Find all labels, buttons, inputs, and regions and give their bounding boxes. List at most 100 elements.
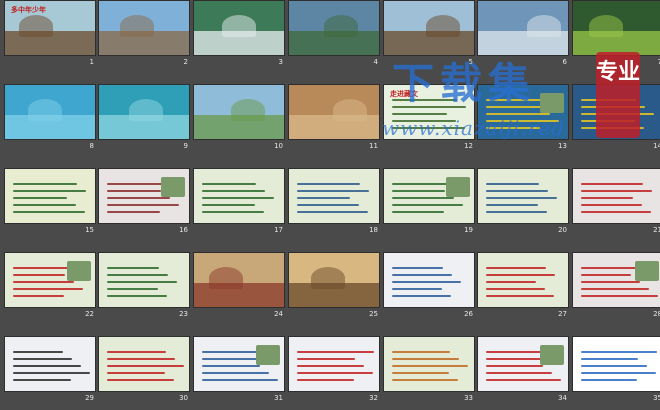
slide-preview [572, 84, 660, 140]
slide-thumbnail[interactable]: 10 [193, 84, 285, 152]
text-line [392, 274, 452, 276]
slide-thumbnail[interactable]: 14 [572, 84, 660, 152]
text-line [581, 120, 635, 122]
text-line [202, 190, 265, 192]
slide-thumbnail[interactable]: 4 [288, 0, 380, 68]
text-line [581, 211, 651, 213]
text-line [581, 106, 645, 108]
slide-preview [98, 0, 190, 56]
slide-thumbnail[interactable]: 26 [383, 252, 475, 320]
photo-detail [231, 99, 265, 121]
photo-detail [222, 15, 256, 37]
text-line [581, 358, 638, 360]
text-line [297, 372, 373, 374]
slide-preview [572, 168, 660, 224]
text-line [107, 288, 158, 290]
slide-preview [4, 252, 96, 308]
slide-thumbnail[interactable]: 33 [383, 336, 475, 404]
slide-thumbnail[interactable]: 21 [572, 168, 660, 236]
inset-picture [635, 261, 659, 281]
text-line [581, 204, 642, 206]
text-line [13, 183, 77, 185]
slide-preview [193, 252, 285, 308]
slide-thumbnail[interactable]: 25 [288, 252, 380, 320]
text-line [297, 211, 368, 213]
text-line [392, 267, 443, 269]
text-line [392, 351, 450, 353]
slide-thumbnail[interactable]: 走进藏文 12 [383, 84, 475, 152]
text-line [392, 379, 458, 381]
photo-detail [333, 99, 367, 121]
slide-thumbnail[interactable]: 11 [288, 84, 380, 152]
text-line [13, 197, 67, 199]
slide-number: 24 [274, 310, 283, 318]
slide-thumbnail[interactable]: 28 [572, 252, 660, 320]
slide-preview [193, 336, 285, 392]
slide-thumbnail[interactable]: 8 [4, 84, 96, 152]
slide-preview [477, 252, 569, 308]
slide-preview [572, 252, 660, 308]
text-line [107, 295, 167, 297]
slide-preview [193, 0, 285, 56]
text-line [392, 358, 459, 360]
slide-preview [98, 84, 190, 140]
text-line [13, 351, 63, 353]
slide-thumbnail[interactable]: 9 [98, 84, 190, 152]
text-line [486, 379, 561, 381]
slide-preview [383, 336, 475, 392]
text-line [392, 197, 454, 199]
slide-thumbnail[interactable]: 6 [477, 0, 569, 68]
slide-thumbnail[interactable]: 13 [477, 84, 569, 152]
slide-thumbnail[interactable]: 20 [477, 168, 569, 236]
slide-thumbnail[interactable]: 22 [4, 252, 96, 320]
slide-thumbnail[interactable]: 16 [98, 168, 190, 236]
slide-title: 走进藏文 [390, 90, 418, 98]
slide-thumbnail[interactable]: 32 [288, 336, 380, 404]
photo-detail [28, 99, 62, 121]
text-line [202, 379, 278, 381]
text-line [581, 190, 652, 192]
slide-thumbnail[interactable]: 2 [98, 0, 190, 68]
slide-number: 31 [274, 394, 283, 402]
slide-thumbnail[interactable]: 19 [383, 168, 475, 236]
inset-picture [161, 177, 185, 197]
text-line [486, 288, 545, 290]
text-line [297, 365, 364, 367]
text-line [581, 197, 633, 199]
text-line [13, 372, 90, 374]
text-line [486, 365, 543, 367]
photo-detail [209, 267, 243, 289]
slide-number: 6 [562, 58, 567, 66]
text-line [297, 204, 359, 206]
slide-thumbnail[interactable]: 5 [383, 0, 475, 68]
slide-thumbnail[interactable]: 35 [572, 336, 660, 404]
text-line [107, 372, 165, 374]
slide-thumbnail[interactable]: 24 [193, 252, 285, 320]
slide-thumbnail[interactable]: 7 [572, 0, 660, 68]
slide-thumbnail[interactable]: 3 [193, 0, 285, 68]
slide-thumbnail[interactable]: 18 [288, 168, 380, 236]
slide-number: 19 [464, 226, 473, 234]
text-line [107, 351, 166, 353]
text-line [202, 365, 260, 367]
slide-thumbnail[interactable]: 29 [4, 336, 96, 404]
slide-thumbnail[interactable]: 多中年少年 1 [4, 0, 96, 68]
slide-preview [98, 252, 190, 308]
text-line [486, 211, 547, 213]
slide-thumbnail[interactable]: 30 [98, 336, 190, 404]
slide-number: 16 [179, 226, 188, 234]
slide-thumbnail[interactable]: 15 [4, 168, 96, 236]
slide-preview [288, 84, 380, 140]
slide-thumbnail[interactable]: 27 [477, 252, 569, 320]
slide-thumbnail[interactable]: 34 [477, 336, 569, 404]
text-line [486, 106, 541, 108]
text-line [486, 120, 559, 122]
slide-number: 4 [373, 58, 378, 66]
slide-thumbnail[interactable]: 23 [98, 252, 190, 320]
slide-number: 29 [85, 394, 94, 402]
slide-thumbnail[interactable]: 31 [193, 336, 285, 404]
text-line [202, 211, 264, 213]
slide-preview [193, 168, 285, 224]
slide-thumbnail[interactable]: 17 [193, 168, 285, 236]
text-line [392, 288, 442, 290]
